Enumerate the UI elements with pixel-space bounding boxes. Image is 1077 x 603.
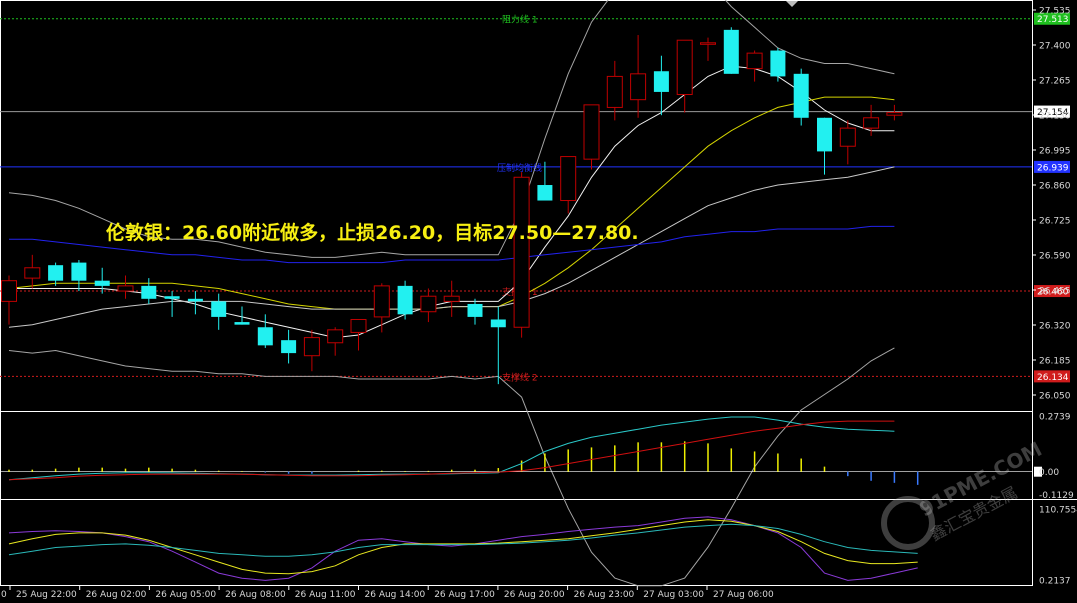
price-tick-label: 26.320 bbox=[1039, 322, 1071, 332]
candle-body bbox=[560, 156, 577, 202]
time-tick-label: 26 Aug 20:00 bbox=[504, 590, 565, 600]
price-tick-label: 27.265 bbox=[1039, 77, 1071, 87]
candle-body bbox=[606, 75, 623, 108]
candle-body bbox=[793, 73, 809, 118]
time-tick-label: 26 Aug 11:00 bbox=[295, 590, 356, 600]
price-tick-label: 27.400 bbox=[1039, 42, 1071, 52]
time-tick-label: 26 Aug 23:00 bbox=[574, 590, 635, 600]
price-tick-label: 27.130 bbox=[1039, 112, 1071, 122]
candle-body bbox=[234, 322, 250, 325]
stochastic-panel bbox=[8, 516, 918, 581]
candle-body bbox=[257, 327, 273, 346]
candle-body bbox=[281, 340, 297, 354]
level-price-tag-text: 26.134 bbox=[1037, 373, 1069, 383]
candle-body bbox=[886, 112, 903, 116]
candle-body bbox=[327, 329, 344, 344]
candle-body bbox=[676, 39, 693, 96]
candle-body bbox=[583, 104, 600, 160]
candle-body bbox=[490, 319, 506, 328]
macd-tick-label: 0.00 bbox=[1039, 468, 1059, 478]
level-price-tag-text: 26.939 bbox=[1037, 163, 1069, 173]
candle-body bbox=[746, 52, 763, 70]
price-tick-label: 26.995 bbox=[1039, 147, 1071, 157]
stochastic-line bbox=[8, 523, 918, 557]
candle-body bbox=[420, 295, 437, 313]
price-tick-label: 26.725 bbox=[1039, 217, 1071, 227]
candle-body bbox=[164, 296, 180, 299]
time-tick-label: 26 Aug 02:00 bbox=[86, 590, 147, 600]
price-tick-label: 26.455 bbox=[1039, 287, 1071, 297]
indicator-line bbox=[8, 347, 895, 587]
candle-body bbox=[537, 185, 553, 201]
candle-body bbox=[373, 285, 390, 318]
candle-body bbox=[94, 280, 110, 286]
candle-body bbox=[71, 262, 87, 281]
stochastic-tick-label: 0.2137 bbox=[1039, 577, 1071, 587]
time-tick-label: 25 Aug 22:00 bbox=[16, 590, 77, 600]
candle-body bbox=[141, 285, 157, 299]
price-tick-label: 26.185 bbox=[1039, 357, 1071, 367]
indicator-line bbox=[8, 0, 895, 258]
level-label: 支撑线 2 bbox=[502, 371, 538, 383]
candle-body bbox=[513, 176, 530, 328]
candle-body bbox=[1, 280, 17, 302]
candle-body bbox=[187, 298, 203, 302]
indicator-line bbox=[8, 96, 895, 310]
candle-body bbox=[467, 303, 483, 317]
candle-body bbox=[350, 318, 367, 333]
candle-body bbox=[117, 285, 134, 292]
time-tick-label: 27 Aug 06:00 bbox=[713, 590, 774, 600]
stochastic-tick-label: 110.7554 bbox=[1039, 506, 1077, 516]
price-tick-label: 26.860 bbox=[1039, 182, 1071, 192]
stochastic-line bbox=[8, 519, 918, 575]
strategy-annotation: 伦敦银：26.60附近做多，止损26.20，目标27.50—27.80. bbox=[106, 221, 639, 244]
time-tick-label: 26 Aug 14:00 bbox=[365, 590, 426, 600]
price-tick-label: 26.050 bbox=[1039, 392, 1071, 402]
candle-body bbox=[443, 295, 460, 302]
level-price-tag-text: 27.513 bbox=[1037, 15, 1069, 25]
candle-body bbox=[303, 337, 320, 357]
candle-body bbox=[653, 71, 669, 92]
time-tick-label: 27 Aug 03:00 bbox=[643, 590, 704, 600]
candle-body bbox=[630, 73, 647, 101]
candle-body bbox=[839, 127, 856, 147]
time-tick-label: 26 Aug 08:00 bbox=[225, 590, 286, 600]
watermark-logo: 91PME.COM 鑫汇宝贵金属 bbox=[881, 437, 1046, 550]
candle-body bbox=[24, 267, 41, 279]
macd-tick-label: 0.2739 bbox=[1039, 413, 1071, 423]
time-tick-label: 0 bbox=[1, 590, 7, 600]
time-tick-label: 26 Aug 17:00 bbox=[434, 590, 495, 600]
candle-body bbox=[863, 117, 880, 129]
price-tick-label: 27.535 bbox=[1039, 7, 1071, 17]
macd-tick-label: -0.1129 bbox=[1039, 491, 1074, 501]
trading-chart: 阻力线 127.513压制均衡线26.939支撑线 126.460支撑线 226… bbox=[0, 0, 1077, 601]
axes: 27.535 27.400 27.265 27.130 26.995 26.860 26.7… bbox=[1, 7, 1077, 601]
candle-body bbox=[723, 29, 739, 74]
candle-body bbox=[700, 42, 716, 45]
candle-body bbox=[211, 301, 227, 317]
time-tick-label: 26 Aug 05:00 bbox=[155, 590, 216, 600]
candle-body bbox=[48, 265, 64, 281]
candle-body bbox=[770, 50, 786, 77]
candle-body bbox=[817, 117, 832, 152]
scroll-marker-icon[interactable] bbox=[786, 1, 798, 7]
stochastic-line bbox=[8, 516, 918, 581]
level-label: 阻力线 1 bbox=[502, 14, 538, 26]
candle-body bbox=[397, 285, 413, 315]
macd-panel bbox=[0, 416, 1042, 485]
price-tick-label: 26.590 bbox=[1039, 252, 1071, 262]
